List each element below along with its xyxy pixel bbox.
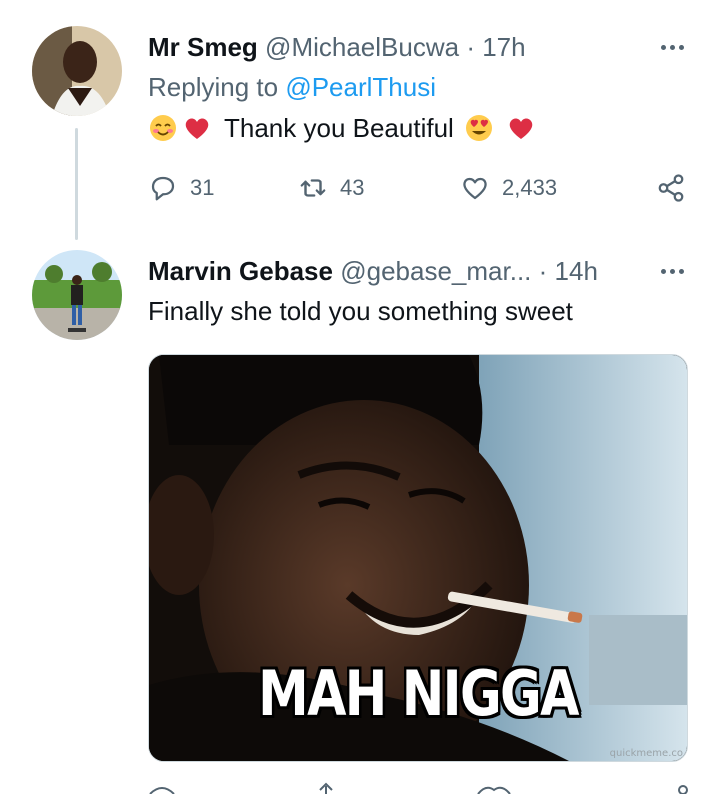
avatar-marvin-gebase[interactable] <box>32 250 122 340</box>
tweet-header: Marvin Gebase @gebase_mar... · 14h <box>148 256 598 286</box>
replying-to: Replying to @PearlThusi <box>148 72 436 102</box>
tweet-media-image[interactable]: MAH NIGGA quickmeme.co <box>148 354 688 762</box>
tweet-body-text: Thank you Beautiful <box>224 113 454 143</box>
like-count: 2,433 <box>502 175 558 200</box>
author-handle[interactable]: @MichaelBucwa <box>265 32 459 62</box>
next-actions-peek <box>148 776 693 795</box>
author-name[interactable]: Mr Smeg <box>148 32 258 62</box>
avatar-mr-smeg[interactable] <box>32 26 122 116</box>
tweet-actions: 31 43 2,433 <box>148 170 693 206</box>
tweet-time[interactable]: 14h <box>555 256 598 286</box>
replying-mention-link[interactable]: @PearlThusi <box>285 72 436 102</box>
heart-eyes-emoji-icon <box>464 113 494 143</box>
avatar-photo-icon <box>32 26 122 116</box>
separator-dot: · <box>538 256 548 286</box>
retweet-button[interactable]: 43 <box>298 173 364 203</box>
avatar-photo-icon <box>32 250 122 340</box>
image-watermark: quickmeme.co <box>609 748 683 759</box>
heart-outline-icon <box>463 177 487 200</box>
more-options-icon[interactable] <box>654 32 690 62</box>
separator-dot: · <box>466 32 475 62</box>
tweet-body-text: Finally she told you something sweet <box>148 296 573 326</box>
replying-label: Replying to <box>148 72 286 102</box>
more-options-icon[interactable] <box>654 256 690 286</box>
tweet-time[interactable]: 17h <box>482 32 525 62</box>
retweet-icon <box>300 179 326 197</box>
author-handle[interactable]: @gebase_mar... <box>340 256 531 286</box>
reply-icon <box>151 176 175 201</box>
tweet-text: Thank you Beautiful <box>148 112 536 144</box>
like-button[interactable]: 2,433 <box>460 173 557 203</box>
author-name[interactable]: Marvin Gebase <box>148 256 333 286</box>
reply-button[interactable]: 31 <box>148 173 214 203</box>
smiling-face-emoji-icon <box>148 113 178 143</box>
meme-caption: MAH NIGGA <box>258 657 579 730</box>
reply-count: 31 <box>190 175 215 200</box>
red-heart-emoji-icon <box>182 113 212 143</box>
tweet-text: Finally she told you something sweet <box>148 295 573 327</box>
red-heart-emoji-icon <box>506 113 536 143</box>
share-button[interactable] <box>656 173 686 203</box>
thread-connector-line <box>75 128 78 240</box>
tweet-header: Mr Smeg @MichaelBucwa · 17h <box>148 32 526 62</box>
retweet-count: 43 <box>340 175 365 200</box>
share-icon <box>658 174 684 202</box>
